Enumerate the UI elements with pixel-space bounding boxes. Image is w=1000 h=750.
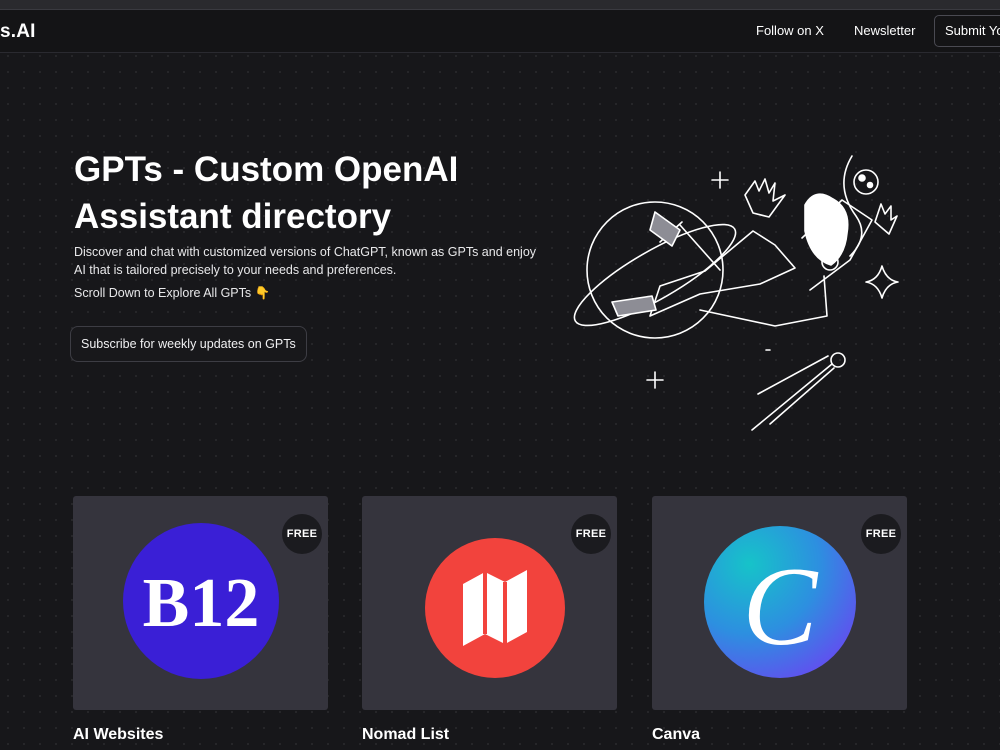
site-logo[interactable]: s.AI — [0, 21, 36, 43]
astronaut-illustration — [573, 155, 899, 431]
free-badge: FREE — [571, 514, 611, 554]
canva-logo: C — [704, 526, 856, 678]
gpt-card-ai-websites[interactable]: FREE B12 — [73, 496, 328, 710]
scroll-hint: Scroll Down to Explore All GPTs 👇 — [74, 286, 271, 300]
gpt-card-nomad-list[interactable]: FREE — [362, 496, 617, 710]
follow-on-x-link[interactable]: Follow on X — [756, 23, 824, 38]
page-title-line-2: Assistant directory — [74, 197, 392, 236]
card-title-nomad-list[interactable]: Nomad List — [362, 726, 449, 744]
free-badge: FREE — [861, 514, 901, 554]
card-title-canva[interactable]: Canva — [652, 726, 700, 744]
hero-description: Discover and chat with customized versio… — [74, 245, 537, 277]
canva-logo-text: C — [743, 545, 819, 669]
top-navbar: s.AI Follow on X Newsletter Submit Yo — [0, 10, 1000, 53]
folded-map-icon — [425, 538, 565, 678]
page-title: GPTs - Custom OpenAI Assistant directory — [74, 146, 554, 240]
subscribe-button[interactable]: Subscribe for weekly updates on GPTs — [70, 326, 307, 362]
gpt-card-canva[interactable]: FREE C — [652, 496, 907, 710]
page-title-line-1: GPTs - Custom OpenAI — [74, 150, 459, 189]
free-badge: FREE — [282, 514, 322, 554]
browser-top-edge — [0, 0, 1000, 10]
b12-logo: B12 — [123, 523, 279, 679]
b12-logo-text: B12 — [143, 565, 260, 642]
card-title-ai-websites[interactable]: AI Websites — [73, 726, 163, 744]
submit-button[interactable]: Submit Yo — [934, 15, 1000, 47]
newsletter-link[interactable]: Newsletter — [854, 23, 915, 38]
